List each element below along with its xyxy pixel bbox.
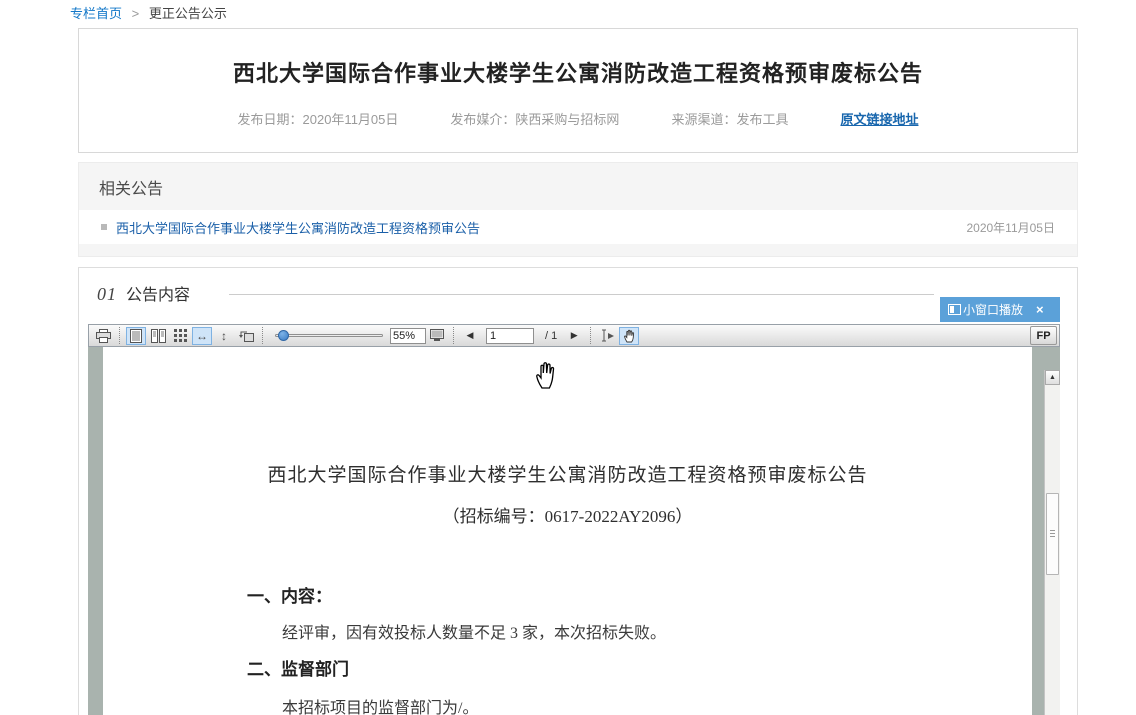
list-item: 西北大学国际合作事业大楼学生公寓消防改造工程资格预审公告 2020年11月05日 — [79, 210, 1077, 244]
window-icon — [948, 304, 961, 315]
pdf-bid-number: （招标编号：0617-2022AY2096） — [103, 502, 1032, 527]
vertical-scrollbar[interactable]: ▲ — [1044, 370, 1060, 715]
print-button[interactable] — [93, 327, 113, 345]
meta-publish-medium: 发布媒介：陕西采购与招标网 — [450, 109, 619, 128]
breadcrumb-home-link[interactable]: 专栏首页 — [70, 6, 122, 21]
prev-page-icon: ◀ — [467, 330, 474, 341]
fit-height-glyph: ↕ — [221, 329, 227, 343]
section-title: 公告内容 — [126, 281, 190, 305]
fullscreen-button[interactable] — [427, 327, 447, 345]
hand-tool-button[interactable] — [619, 327, 639, 345]
pdf-section-heading: 二、监督部门 — [247, 655, 349, 680]
toolbar-separator — [119, 327, 120, 344]
pdf-toolbar: ↔ ↕ ◀ / 1 ▶ FP — [88, 324, 1060, 347]
pdf-section-body: 本招标项目的监督部门为/。 — [282, 694, 478, 715]
toolbar-separator — [453, 327, 454, 344]
brand-button[interactable]: FP — [1030, 326, 1057, 345]
breadcrumb-current: 更正公告公示 — [149, 6, 227, 21]
bullet-icon — [101, 224, 107, 230]
zoom-slider-track — [275, 334, 383, 337]
meta-publish-medium-label: 发布媒介： — [450, 112, 515, 127]
page-total-label: / 1 — [545, 330, 557, 342]
pdf-section-body: 经评审，因有效投标人数量不足 3 家，本次招标失败。 — [282, 619, 666, 643]
breadcrumb-separator: > — [132, 6, 140, 21]
fit-width-glyph: ↔ — [196, 329, 208, 343]
fit-width-icon[interactable]: ↔ — [192, 327, 212, 345]
meta-publish-date-label: 发布日期： — [238, 112, 303, 127]
related-announcement-date: 2020年11月05日 — [966, 219, 1055, 236]
meta-publish-date: 发布日期：2020年11月05日 — [238, 109, 399, 128]
pdf-viewer: ↔ ↕ ◀ / 1 ▶ FP 西北大学国际合作事业大楼学生公寓消防改造工程资格预… — [88, 324, 1060, 715]
rotate-view-button[interactable] — [236, 327, 256, 345]
thumbnail-view-button[interactable] — [170, 327, 190, 345]
meta-source-channel-label: 来源渠道： — [671, 112, 736, 127]
scroll-up-button[interactable]: ▲ — [1045, 370, 1060, 385]
original-link[interactable]: 原文链接地址 — [840, 109, 918, 128]
breadcrumb: 专栏首页 > 更正公告公示 — [70, 3, 227, 22]
pdf-document-title: 西北大学国际合作事业大楼学生公寓消防改造工程资格预审废标公告 — [103, 460, 1032, 487]
section-number: 01 — [97, 284, 117, 305]
two-page-view-button[interactable] — [148, 327, 168, 345]
page-title: 西北大学国际合作事业大楼学生公寓消防改造工程资格预审废标公告 — [79, 56, 1077, 88]
scrollbar-thumb[interactable] — [1046, 493, 1059, 575]
meta-publish-medium-value: 陕西采购与招标网 — [515, 112, 619, 127]
prev-page-button[interactable]: ◀ — [460, 327, 480, 345]
next-page-button[interactable]: ▶ — [564, 327, 584, 345]
meta-publish-date-value: 2020年11月05日 — [303, 112, 399, 127]
fit-height-icon[interactable]: ↕ — [214, 327, 234, 345]
small-window-play-label: 小窗口播放 — [963, 301, 1023, 318]
zoom-slider-knob[interactable] — [278, 330, 289, 341]
meta-source-channel-value: 发布工具 — [736, 112, 788, 127]
related-heading: 相关公告 — [99, 175, 163, 199]
pdf-viewer-canvas[interactable]: 西北大学国际合作事业大楼学生公寓消防改造工程资格预审废标公告 （招标编号：061… — [88, 347, 1060, 715]
pdf-section-heading: 一、内容： — [247, 582, 332, 607]
page-number-input[interactable] — [486, 328, 534, 344]
scrollbar-thumb-grip-icon — [1050, 530, 1055, 538]
scroll-up-icon: ▲ — [1049, 374, 1056, 381]
toolbar-separator — [262, 327, 263, 344]
next-page-icon: ▶ — [571, 330, 578, 341]
hand-cursor-icon — [534, 360, 558, 395]
zoom-slider[interactable] — [275, 327, 383, 345]
meta-row: 发布日期：2020年11月05日 发布媒介：陕西采购与招标网 来源渠道：发布工具… — [79, 109, 1077, 128]
related-announcements-card: 相关公告 西北大学国际合作事业大楼学生公寓消防改造工程资格预审公告 2020年1… — [78, 162, 1078, 257]
zoom-percent-input[interactable] — [390, 328, 426, 344]
section-header: 01 公告内容 — [97, 281, 190, 305]
single-page-view-button[interactable] — [126, 327, 146, 345]
pdf-page: 西北大学国际合作事业大楼学生公寓消防改造工程资格预审废标公告 （招标编号：061… — [103, 347, 1032, 715]
meta-source-channel: 来源渠道：发布工具 — [671, 109, 788, 128]
announcement-header-card: 西北大学国际合作事业大楼学生公寓消防改造工程资格预审废标公告 发布日期：2020… — [78, 28, 1078, 153]
toolbar-separator — [590, 327, 591, 344]
section-divider — [229, 294, 934, 295]
close-icon[interactable]: × — [1036, 303, 1044, 316]
select-text-button[interactable] — [597, 327, 617, 345]
small-window-play-button[interactable]: 小窗口播放 × — [940, 297, 1060, 322]
related-announcement-link[interactable]: 西北大学国际合作事业大楼学生公寓消防改造工程资格预审公告 — [116, 218, 480, 237]
